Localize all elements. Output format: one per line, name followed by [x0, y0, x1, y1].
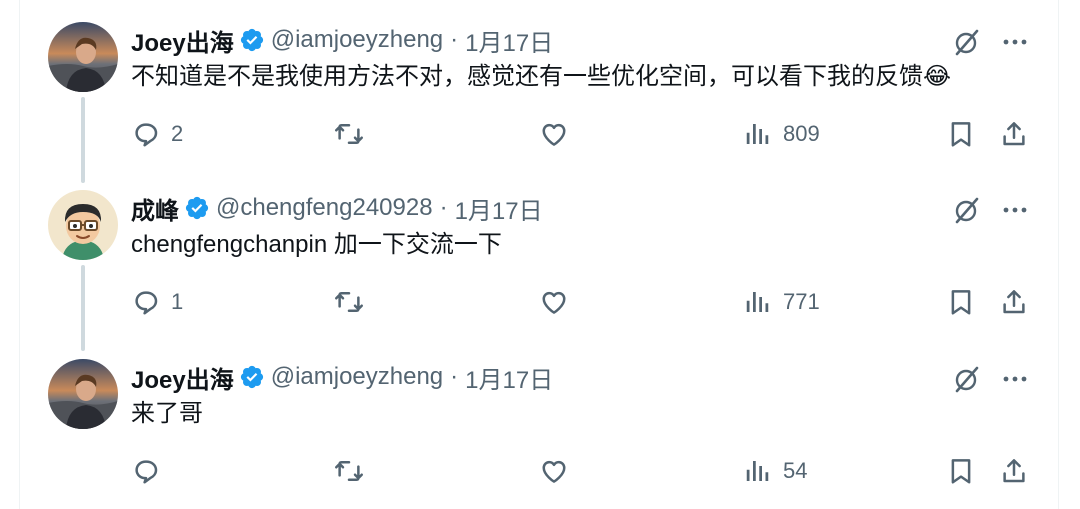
- view-count: 809: [783, 121, 820, 146]
- like-icon: [539, 119, 569, 149]
- tweet-text: chengfengchanpin 加一下交流一下: [131, 231, 502, 258]
- verified-badge-icon: [239, 27, 265, 53]
- bookmark-icon: [946, 287, 976, 317]
- grok-icon[interactable]: [951, 194, 983, 226]
- views-button[interactable]: 809: [743, 116, 820, 152]
- like-icon: [539, 456, 569, 486]
- grok-icon[interactable]: [951, 363, 983, 395]
- share-icon: [999, 456, 1029, 486]
- like-icon: [539, 287, 569, 317]
- tweet-date[interactable]: 1月17日: [465, 360, 553, 395]
- verified-badge-icon: [239, 364, 265, 390]
- tweet-header: 成峰 @chengfeng240928 · 1月17日: [131, 191, 543, 225]
- tweet-date[interactable]: 1月17日: [455, 191, 543, 226]
- author-name[interactable]: 成峰: [131, 191, 179, 226]
- share-button[interactable]: [999, 453, 1029, 489]
- separator-dot: ·: [439, 194, 448, 221]
- view-count: 54: [783, 458, 808, 483]
- tweet[interactable]: 成峰 @chengfeng240928 · 1月17日 chengfengcha…: [0, 168, 1080, 336]
- reply-icon: [131, 456, 161, 486]
- share-button[interactable]: [999, 116, 1029, 152]
- author-name[interactable]: Joey出海: [131, 360, 234, 395]
- tweet[interactable]: Joey出海 @iamjoeyzheng · 1月17日 不知道是不是我使用方法…: [0, 0, 1080, 168]
- grok-icon[interactable]: [951, 26, 983, 58]
- reply-count: 1: [171, 289, 184, 314]
- tweet[interactable]: Joey出海 @iamjoeyzheng · 1月17日 来了哥 54: [0, 337, 1080, 505]
- like-button[interactable]: [539, 453, 569, 489]
- avatar[interactable]: [48, 190, 118, 260]
- views-icon: [743, 287, 773, 317]
- reply-button[interactable]: 1: [131, 284, 183, 320]
- bookmark-button[interactable]: [946, 116, 976, 152]
- reply-icon: [131, 287, 161, 317]
- separator-dot: ·: [450, 363, 459, 390]
- retweet-icon: [334, 119, 364, 149]
- share-button[interactable]: [999, 284, 1029, 320]
- like-button[interactable]: [539, 116, 569, 152]
- bookmark-button[interactable]: [946, 453, 976, 489]
- author-handle[interactable]: @chengfeng240928: [216, 194, 433, 222]
- retweet-button[interactable]: [334, 284, 364, 320]
- avatar[interactable]: [48, 359, 118, 429]
- author-handle[interactable]: @iamjoeyzheng: [271, 26, 443, 54]
- separator-dot: ·: [450, 26, 459, 53]
- view-count: 771: [783, 289, 820, 314]
- views-icon: [743, 456, 773, 486]
- retweet-button[interactable]: [334, 453, 364, 489]
- reply-button[interactable]: [131, 453, 171, 489]
- retweet-icon: [334, 287, 364, 317]
- reply-button[interactable]: 2: [131, 116, 183, 152]
- reply-count: 2: [171, 121, 184, 146]
- more-icon[interactable]: [1000, 29, 1030, 55]
- bookmark-icon: [946, 119, 976, 149]
- more-icon[interactable]: [1000, 197, 1030, 223]
- verified-badge-icon: [184, 195, 210, 221]
- avatar[interactable]: [48, 22, 118, 92]
- tweet-date[interactable]: 1月17日: [465, 23, 553, 58]
- tweet-header: Joey出海 @iamjoeyzheng · 1月17日: [131, 23, 553, 57]
- bookmark-button[interactable]: [946, 284, 976, 320]
- tweet-header: Joey出海 @iamjoeyzheng · 1月17日: [131, 360, 553, 394]
- like-button[interactable]: [539, 284, 569, 320]
- bookmark-icon: [946, 456, 976, 486]
- author-handle[interactable]: @iamjoeyzheng: [271, 363, 443, 391]
- share-icon: [999, 287, 1029, 317]
- share-icon: [999, 119, 1029, 149]
- views-icon: [743, 119, 773, 149]
- author-name[interactable]: Joey出海: [131, 23, 234, 58]
- tweet-text: 来了哥: [131, 400, 203, 427]
- retweet-button[interactable]: [334, 116, 364, 152]
- more-icon[interactable]: [1000, 366, 1030, 392]
- views-button[interactable]: 771: [743, 284, 820, 320]
- tweet-text: 不知道是不是我使用方法不对，感觉还有一些优化空间，可以看下我的反馈😂: [131, 63, 952, 90]
- views-button[interactable]: 54: [743, 453, 807, 489]
- reply-icon: [131, 119, 161, 149]
- retweet-icon: [334, 456, 364, 486]
